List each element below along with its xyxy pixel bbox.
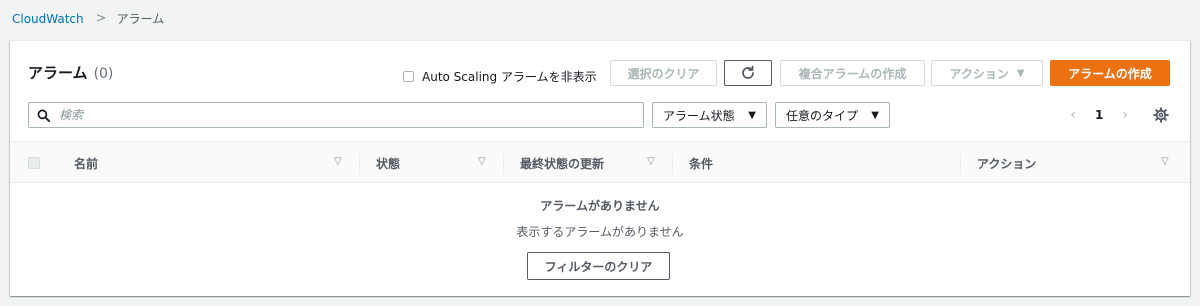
breadcrumb: CloudWatch > アラーム bbox=[12, 10, 164, 27]
column-header-actions[interactable]: アクション bbox=[977, 142, 1036, 184]
caret-down-icon: ▼ bbox=[1016, 67, 1025, 79]
create-composite-alarm-button[interactable]: 複合アラームの作成 bbox=[780, 60, 925, 86]
sort-icon[interactable]: ▽ bbox=[647, 156, 655, 167]
previous-page-button[interactable]: ‹ bbox=[1065, 107, 1081, 123]
sort-icon[interactable]: ▽ bbox=[478, 156, 486, 167]
settings-button[interactable] bbox=[1153, 107, 1169, 123]
actions-dropdown-button[interactable]: アクション ▼ bbox=[931, 60, 1043, 86]
next-page-button[interactable]: › bbox=[1117, 107, 1133, 123]
column-divider[interactable] bbox=[960, 154, 961, 174]
hide-autoscaling-toggle[interactable]: Auto Scaling アラームを非表示 bbox=[403, 68, 597, 85]
search-icon bbox=[37, 109, 59, 122]
caret-down-icon: ▼ bbox=[748, 109, 756, 121]
clear-selection-button[interactable]: 選択のクリア bbox=[610, 60, 717, 86]
gear-icon bbox=[1153, 107, 1169, 123]
column-header-state[interactable]: 状態 bbox=[376, 142, 400, 184]
alarm-state-select-label: アラーム状態 bbox=[663, 108, 735, 123]
search-input[interactable] bbox=[59, 108, 619, 122]
column-header-label: 最終状態の更新 bbox=[520, 156, 605, 171]
refresh-icon bbox=[742, 65, 754, 79]
create-alarm-button[interactable]: アラームの作成 bbox=[1050, 60, 1170, 86]
breadcrumb-current: アラーム bbox=[116, 12, 165, 26]
hide-autoscaling-checkbox[interactable] bbox=[403, 71, 414, 82]
select-all-checkbox[interactable] bbox=[28, 157, 40, 169]
refresh-button[interactable] bbox=[724, 60, 772, 86]
sort-icon[interactable]: ▽ bbox=[1161, 156, 1169, 167]
empty-state-title: アラームがありません bbox=[540, 199, 660, 213]
column-divider[interactable] bbox=[503, 154, 504, 174]
alarms-panel: アラーム (0) Auto Scaling アラームを非表示 選択のクリア 複合… bbox=[10, 40, 1190, 296]
sort-icon[interactable]: ▽ bbox=[334, 156, 342, 167]
column-divider[interactable] bbox=[359, 154, 360, 174]
current-page-number[interactable]: 1 bbox=[1095, 108, 1103, 122]
column-header-name[interactable]: 名前 bbox=[74, 142, 98, 184]
breadcrumb-cloudwatch-link[interactable]: CloudWatch bbox=[12, 12, 84, 26]
column-header-label: 名前 bbox=[74, 156, 99, 171]
actions-label: アクション bbox=[949, 66, 1009, 81]
alarm-type-select-label: 任意のタイプ bbox=[786, 108, 859, 123]
empty-state-subtitle: 表示するアラームがありません bbox=[516, 225, 684, 239]
column-header-last-update[interactable]: 最終状態の更新 bbox=[520, 142, 604, 184]
column-divider[interactable] bbox=[672, 154, 673, 174]
alarm-state-select[interactable]: アラーム状態 ▼ bbox=[652, 102, 767, 128]
column-header-label: 条件 bbox=[689, 156, 714, 171]
column-header-conditions[interactable]: 条件 bbox=[689, 142, 713, 184]
pagination: ‹ 1 › bbox=[1065, 107, 1133, 123]
clear-filters-button[interactable]: フィルターのクリア bbox=[527, 252, 670, 280]
hide-autoscaling-label: Auto Scaling アラームを非表示 bbox=[422, 70, 597, 84]
table-header: 名前 ▽ 状態 ▽ 最終状態の更新 ▽ 条件 アクション ▽ bbox=[10, 141, 1190, 183]
page-title: アラーム bbox=[28, 64, 88, 82]
breadcrumb-separator: > bbox=[95, 11, 107, 26]
panel-header: アラーム (0) bbox=[28, 62, 113, 83]
alarm-count: (0) bbox=[93, 66, 114, 82]
column-header-label: アクション bbox=[977, 156, 1037, 171]
column-header-label: 状態 bbox=[376, 156, 401, 171]
alarm-type-select[interactable]: 任意のタイプ ▼ bbox=[775, 102, 890, 128]
caret-down-icon: ▼ bbox=[871, 109, 879, 121]
search-box[interactable] bbox=[28, 102, 644, 128]
